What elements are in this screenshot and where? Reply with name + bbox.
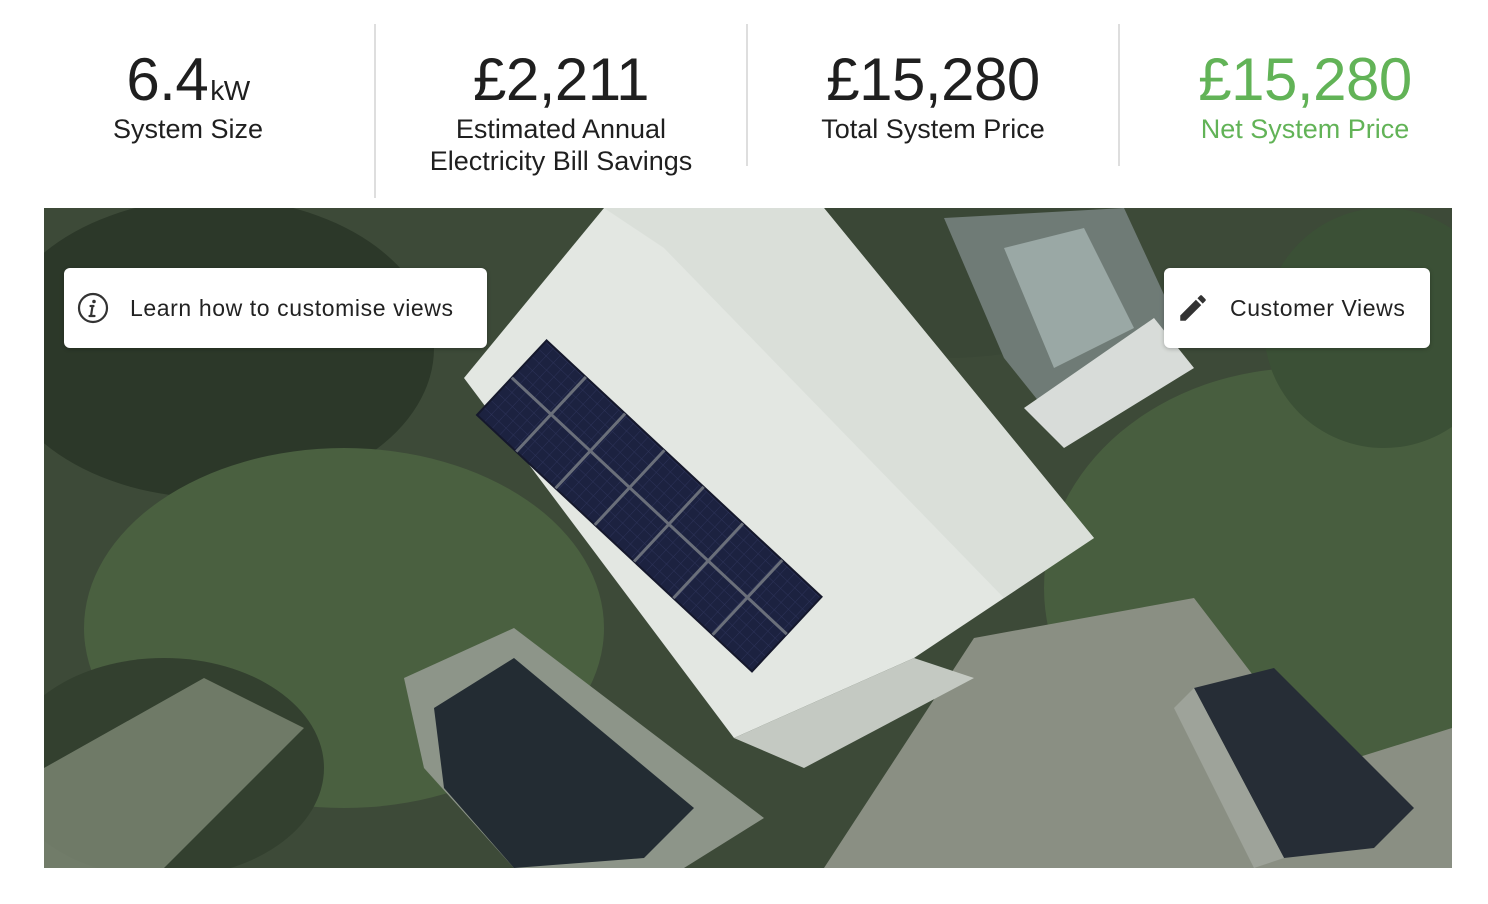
customer-views-button[interactable]: Customer Views	[1164, 268, 1430, 348]
customer-views-label: Customer Views	[1230, 294, 1406, 321]
net-price-value: £15,280	[1198, 46, 1412, 113]
stats-bar: 6.4kW System Size £2,211 Estimated Annua…	[0, 0, 1488, 208]
learn-customise-views-label: Learn how to customise views	[130, 294, 454, 321]
total-price-value: £15,280	[826, 46, 1040, 113]
stat-system-size: 6.4kW System Size	[2, 24, 374, 145]
annual-savings-label-line1: Estimated Annual	[455, 114, 667, 144]
stat-label: Estimated Annual Electricity Bill Saving…	[375, 113, 747, 177]
annual-savings-label-line2: Electricity Bill Savings	[429, 146, 693, 176]
stat-label: System Size	[112, 114, 264, 144]
pencil-icon	[1176, 291, 1210, 325]
satellite-map-view[interactable]: Learn how to customise views Customer Vi…	[44, 208, 1452, 868]
stat-annual-savings: £2,211 Estimated Annual Electricity Bill…	[375, 24, 747, 177]
system-size-value: 6.4	[126, 46, 209, 113]
stat-total-price: £15,280 Total System Price	[747, 24, 1119, 145]
net-price-label: Net System Price	[1200, 114, 1410, 144]
info-icon	[76, 291, 110, 325]
system-size-unit: kW	[210, 75, 250, 106]
learn-customise-views-button[interactable]: Learn how to customise views	[64, 268, 487, 348]
stat-value: 6.4kW	[2, 50, 374, 110]
stat-net-price: £15,280 Net System Price	[1119, 24, 1488, 145]
annual-savings-value: £2,211	[472, 46, 650, 113]
total-price-label: Total System Price	[821, 114, 1045, 144]
